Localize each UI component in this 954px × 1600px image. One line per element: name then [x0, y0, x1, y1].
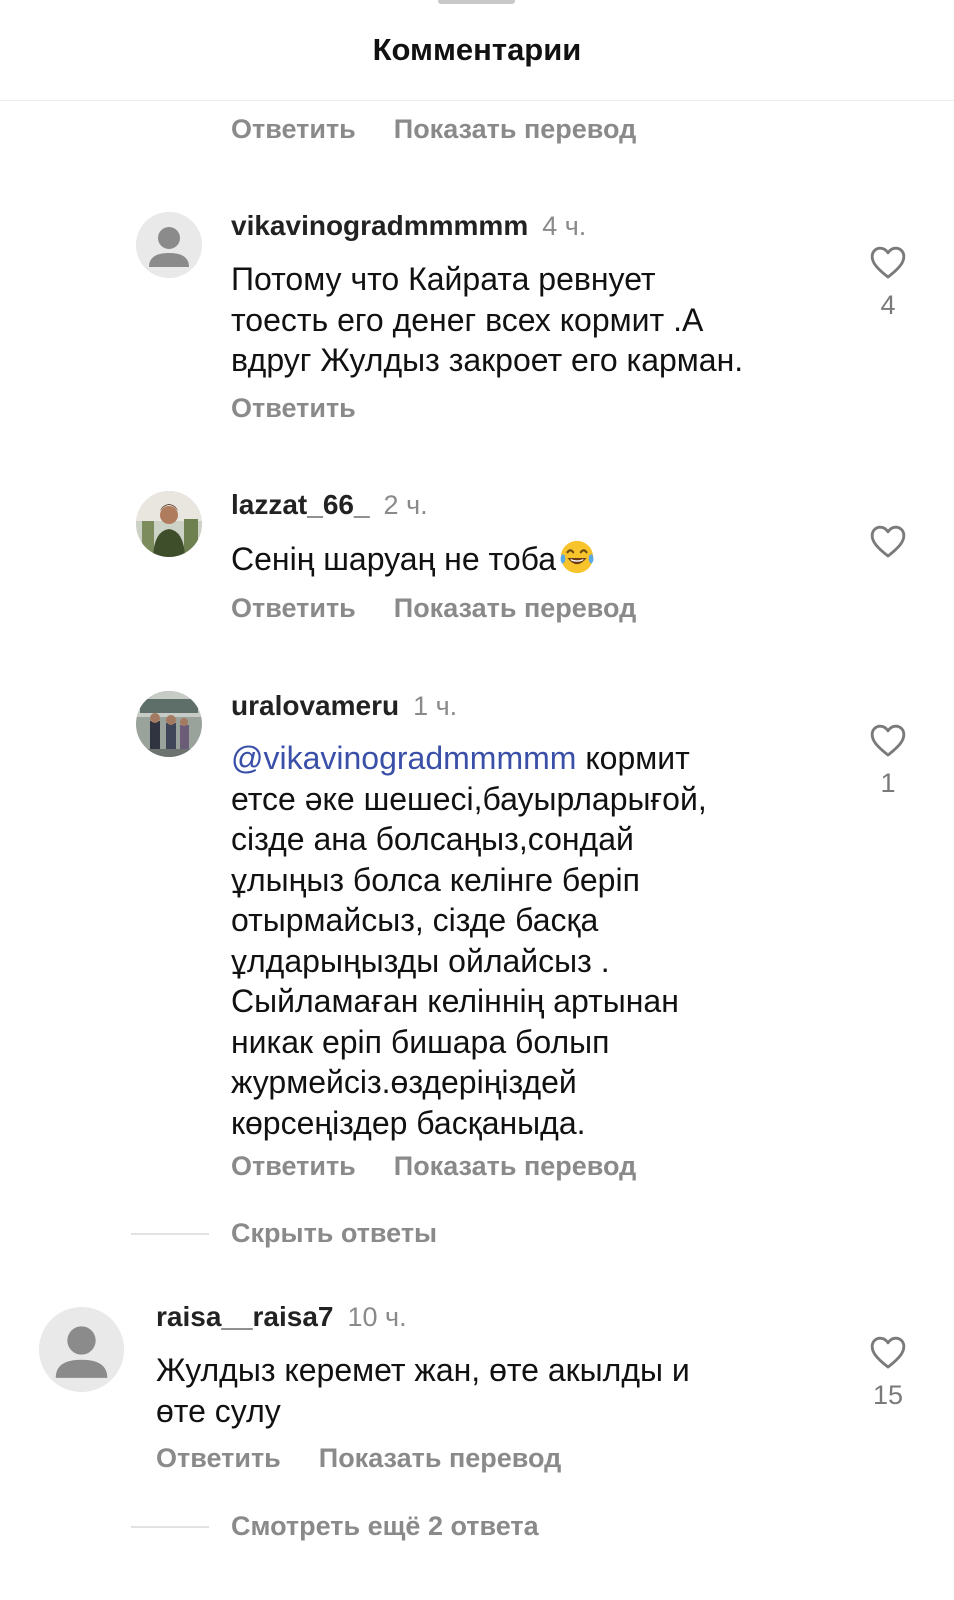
tears-of-joy-emoji-icon	[560, 540, 594, 574]
heart-icon[interactable]	[869, 722, 907, 758]
timestamp: 1 ч.	[413, 691, 458, 721]
like-count: 15	[872, 1380, 904, 1410]
comment-line-rest: кормит	[576, 740, 690, 776]
avatar[interactable]	[136, 212, 202, 278]
mention-link[interactable]: @vikavinogradmmmmm	[231, 740, 576, 776]
sheet-title: Комментарии	[372, 32, 582, 67]
comment-line: Сенің шаруаң не тоба	[231, 541, 556, 577]
default-avatar-icon	[39, 1307, 124, 1392]
comment-meta: lazzat_66_ 2 ч.	[231, 489, 428, 521]
timestamp: 2 ч.	[383, 490, 428, 520]
comment-line: ұлдарыңызды ойлайсыз .	[231, 942, 610, 979]
timestamp: 4 ч.	[542, 211, 587, 241]
comment-line: ұлыңыз болса келінге беріп	[231, 861, 640, 898]
sheet-header: Комментарии	[0, 0, 954, 101]
hide-replies-button[interactable]: Скрыть ответы	[231, 1218, 437, 1249]
comment-line: Сыйламаған келіннің артынан	[231, 983, 679, 1019]
timestamp: 10 ч.	[347, 1302, 407, 1332]
username[interactable]: uralovameru	[231, 690, 399, 721]
comment-line: сізде ана болсаңыз,сондай	[231, 821, 634, 857]
avatar[interactable]	[136, 691, 202, 757]
heart-icon[interactable]	[869, 523, 907, 559]
comment-meta: uralovameru 1 ч.	[231, 690, 457, 722]
comment-line: никак еріп бишара болып	[231, 1023, 610, 1060]
like-control: 1	[858, 722, 918, 799]
show-translation-button[interactable]: Показать перевод	[319, 1443, 562, 1473]
show-translation-button[interactable]: Показать перевод	[394, 1151, 637, 1181]
comment-text: Сенің шаруаң не тоба	[231, 538, 596, 580]
comment-line: отырмайсыз, сізде басқа	[231, 902, 599, 938]
comment-line: журмейсіз.өздеріңіздей	[231, 1064, 577, 1100]
reply-button[interactable]: Ответить	[231, 393, 356, 423]
like-control: 4	[858, 244, 918, 321]
username[interactable]: raisa__raisa7	[156, 1301, 334, 1332]
comment-actions: Ответить Показать перевод	[231, 1151, 636, 1182]
comments-sheet: Комментарии Ответить Показать перевод vik…	[0, 0, 954, 1600]
default-avatar-icon	[136, 212, 202, 278]
username[interactable]: lazzat_66_	[231, 489, 370, 520]
like-count: 4	[880, 290, 896, 320]
comment-line: @vikavinogradmmmmm кормит	[231, 738, 707, 779]
comment-line: вдруг Жулдыз закроет его карман.	[231, 342, 744, 378]
like-count: 1	[880, 768, 896, 798]
comment-text: Потому что Кайрата ревнует тоесть его де…	[231, 259, 743, 381]
comment-meta: raisa__raisa7 10 ч.	[156, 1301, 407, 1333]
thread-divider	[131, 1233, 209, 1235]
reply-button[interactable]: Ответить	[156, 1443, 281, 1473]
comment-actions: Ответить Показать перевод	[231, 593, 636, 624]
heart-icon[interactable]	[869, 244, 907, 280]
heart-icon[interactable]	[869, 1334, 907, 1370]
comment-actions: Ответить Показать перевод	[156, 1443, 561, 1474]
thread-divider	[131, 1526, 209, 1528]
reply-button[interactable]: Ответить	[231, 1151, 356, 1181]
comment-line: өте сулу	[156, 1392, 281, 1429]
user-photo-avatar	[136, 691, 202, 757]
comment-line: Жулдыз керемет жан, өте акылды и	[156, 1352, 690, 1388]
comment-line: тоесть его денег всех кормит .А	[231, 301, 704, 338]
comment-text: Жулдыз керемет жан, өте акылды и өте сул…	[156, 1350, 690, 1431]
avatar[interactable]	[136, 491, 202, 557]
comment-actions: Ответить	[231, 393, 356, 424]
reply-button[interactable]: Ответить	[231, 593, 356, 623]
comment-line: көрсеңіздер басқаныда.	[231, 1104, 586, 1141]
reply-button[interactable]: Ответить	[231, 114, 356, 144]
avatar[interactable]	[39, 1307, 124, 1392]
username[interactable]: vikavinogradmmmmm	[231, 210, 528, 241]
comment-line: етсе әке шешесі,бауырларығой,	[231, 780, 707, 817]
comment-meta: vikavinogradmmmmm 4 ч.	[231, 210, 586, 242]
like-control	[858, 523, 918, 559]
view-more-replies-button[interactable]: Смотреть ещё 2 ответа	[231, 1511, 539, 1542]
user-photo-avatar	[136, 491, 202, 557]
prev-comment-actions: Ответить Показать перевод	[231, 114, 636, 145]
like-control: 15	[858, 1334, 918, 1411]
show-translation-button[interactable]: Показать перевод	[394, 114, 637, 144]
show-translation-button[interactable]: Показать перевод	[394, 593, 637, 623]
comment-line: Потому что Кайрата ревнует	[231, 261, 656, 297]
comment-text: @vikavinogradmmmmm кормит етсе әке шешес…	[231, 738, 707, 1143]
